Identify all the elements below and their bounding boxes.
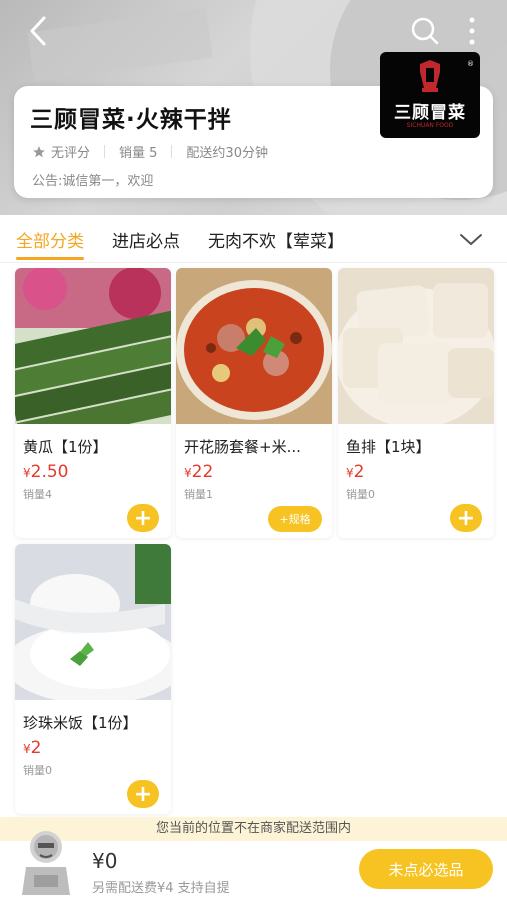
store-logo: ® 三顾冒菜 SICHUAN FOOD: [380, 52, 480, 138]
price-value: 22: [191, 462, 214, 482]
store-rating: 无评分: [51, 146, 91, 161]
store-sales: 销量 5: [119, 146, 158, 161]
store-name: 三顾冒菜·火辣干拌: [30, 107, 232, 133]
plus-icon[interactable]: +: [127, 504, 159, 532]
product-card[interactable]: 鱼排【1块】 ¥2 销量0 +: [338, 268, 494, 538]
tab-meat-dishes[interactable]: 无肉不欢【荤菜】: [208, 219, 344, 260]
divider: [104, 145, 106, 158]
chevron-down-icon[interactable]: [458, 229, 484, 249]
product-sales: 销量0: [23, 764, 52, 777]
plus-icon[interactable]: +: [127, 780, 159, 808]
checkout-button[interactable]: 未点必选品: [359, 849, 493, 889]
back-icon[interactable]: [24, 14, 54, 48]
logo-mark-icon: [420, 60, 440, 92]
cart-icon[interactable]: [16, 825, 76, 897]
price-value: 2: [353, 462, 365, 482]
currency-symbol: ¥: [346, 466, 354, 480]
header-decoration: [27, 7, 213, 83]
product-image-cucumber: [15, 268, 171, 424]
currency-symbol: ¥: [23, 742, 31, 756]
tab-must-order[interactable]: 进店必点: [112, 219, 180, 260]
cart-bar: ¥0 另需配送费¥4 支持自提 未点必选品: [0, 831, 507, 900]
product-name: 黄瓜【1份】: [23, 438, 108, 456]
product-card[interactable]: 黄瓜【1份】 ¥2.50 销量4 +: [15, 268, 171, 538]
product-card[interactable]: 珍珠米饭【1份】 ¥2 销量0 +: [15, 544, 171, 814]
cart-total: ¥0: [92, 849, 118, 873]
product-price: ¥2.50: [23, 462, 69, 482]
product-name: 开花肠套餐+米...: [184, 438, 301, 456]
star-icon: [33, 145, 45, 157]
product-name: 珍珠米饭【1份】: [23, 714, 138, 732]
price-value: 2.50: [30, 462, 69, 482]
product-image-fish-fillet: [338, 268, 494, 424]
product-price: ¥2: [23, 738, 41, 758]
price-value: 2: [30, 738, 42, 758]
store-stats: 无评分 销量 5 配送约30分钟: [32, 142, 268, 161]
more-icon[interactable]: [462, 14, 482, 48]
delivery-fee-info: 另需配送费¥4 支持自提: [92, 881, 230, 896]
currency-symbol: ¥: [184, 466, 192, 480]
delivery-range-notice: 您当前的位置不在商家配送范围内: [0, 817, 507, 841]
currency-symbol: ¥: [23, 466, 31, 480]
logo-registered-mark: ®: [467, 60, 474, 68]
spec-button[interactable]: +规格: [268, 506, 322, 532]
product-price: ¥2: [346, 462, 364, 482]
logo-text: 三顾冒菜: [394, 103, 466, 123]
category-tabs: 全部分类 进店必点 无肉不欢【荤菜】: [0, 215, 507, 263]
product-sales: 销量0: [346, 488, 375, 501]
product-image-sausage-set: [176, 268, 332, 424]
product-sales: 销量4: [23, 488, 52, 501]
plus-icon[interactable]: +: [450, 504, 482, 532]
product-card[interactable]: 开花肠套餐+米... ¥22 销量1 +规格: [176, 268, 332, 538]
search-icon[interactable]: [410, 16, 440, 46]
product-price: ¥22: [184, 462, 213, 482]
delivery-time: 配送约30分钟: [186, 146, 268, 161]
divider: [171, 145, 173, 158]
logo-subtext: SICHUAN FOOD: [406, 122, 454, 129]
tab-all-categories[interactable]: 全部分类: [16, 219, 84, 260]
divider: [0, 262, 507, 263]
product-sales: 销量1: [184, 488, 213, 501]
product-name: 鱼排【1块】: [346, 438, 431, 456]
product-image-rice: [15, 544, 171, 700]
store-notice: 公告:诚信第一，欢迎: [32, 174, 154, 189]
